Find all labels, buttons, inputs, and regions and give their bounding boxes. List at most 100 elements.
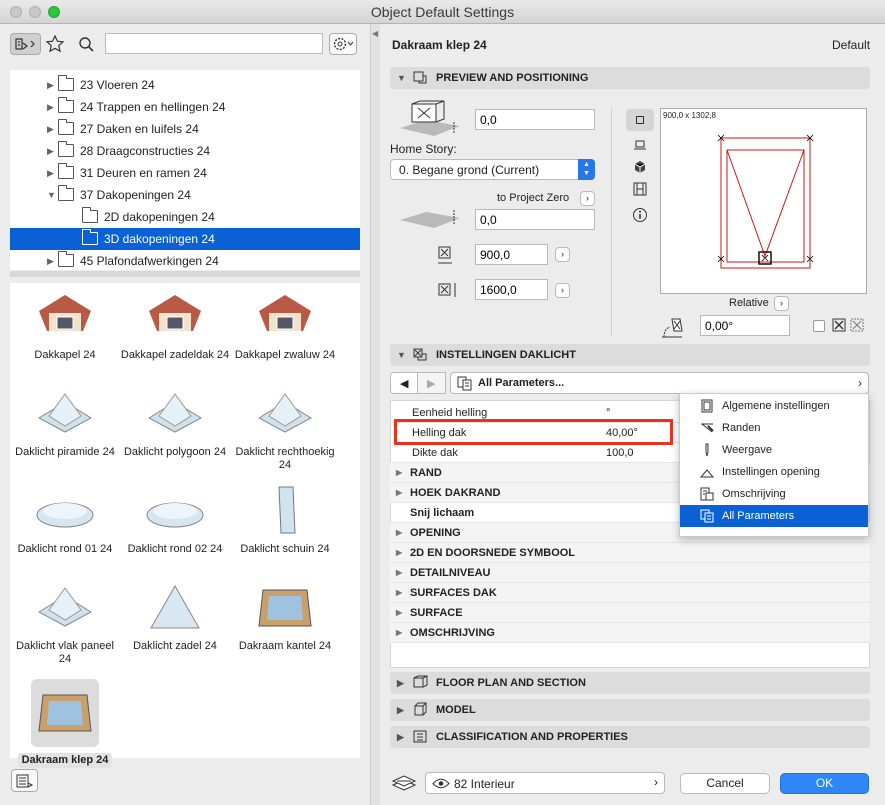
tree-item[interactable]: ▶ 27 Daken en luifels 24: [10, 118, 360, 140]
folder-icon: [58, 97, 74, 113]
disclosure-closed-icon[interactable]: ▶: [47, 102, 54, 113]
object-thumbnail[interactable]: Daklicht piramide 24: [10, 388, 120, 459]
library-manager-button[interactable]: [11, 769, 38, 792]
rotation-angle-input[interactable]: [700, 315, 790, 336]
object-thumbnail[interactable]: Dakkapel zadeldak 24: [120, 291, 230, 362]
general-settings-icon: [700, 399, 714, 413]
project-zero-input[interactable]: [475, 209, 595, 230]
tree-item[interactable]: ▶ 23 Vloeren 24: [10, 74, 360, 96]
object-thumbnail[interactable]: Dakraam klep 24: [10, 679, 120, 768]
home-story-select[interactable]: 0. Begane grond (Current) ▲ ▼: [390, 159, 595, 180]
folder-icon: [82, 207, 98, 223]
preview-section-header[interactable]: ▼ PREVIEW AND POSITIONING: [390, 67, 870, 89]
window-divider[interactable]: ◀: [370, 24, 380, 805]
width-input[interactable]: [475, 244, 548, 265]
mirror-on-icon[interactable]: [850, 318, 864, 332]
parameter-row[interactable]: ▶ SURFACE: [390, 603, 870, 623]
object-thumbnail[interactable]: Daklicht rond 02 24: [120, 485, 230, 556]
library-manager-icon: [16, 774, 34, 788]
menu-item[interactable]: Instellingen opening: [680, 461, 868, 483]
panel-splitter[interactable]: [10, 271, 360, 277]
tree-item-label: 3D dakopeningen 24: [104, 232, 215, 246]
ok-button[interactable]: OK: [780, 773, 869, 794]
parameter-value[interactable]: °: [606, 407, 610, 419]
title-bar: Object Default Settings: [0, 0, 885, 24]
object-thumbnail[interactable]: Daklicht rond 01 24: [10, 485, 120, 556]
model-section-header[interactable]: ▶ MODEL: [390, 699, 870, 721]
object-thumbnail[interactable]: Dakkapel zwaluw 24: [230, 291, 340, 362]
menu-item[interactable]: Omschrijving: [680, 483, 868, 505]
tree-item[interactable]: ▶ 24 Trappen en hellingen 24: [10, 96, 360, 118]
object-thumbnail[interactable]: Daklicht polygoon 24: [120, 388, 230, 459]
parameter-value[interactable]: 100,0: [606, 447, 634, 459]
tree-item[interactable]: ▶ 45 Plafondafwerkingen 24: [10, 250, 360, 270]
object-thumbnail[interactable]: Daklicht schuin 24: [230, 485, 340, 556]
menu-item[interactable]: Algemene instellingen: [680, 395, 868, 417]
object-thumbnail[interactable]: Daklicht vlak paneel 24: [10, 582, 120, 666]
library-settings-button[interactable]: [329, 33, 357, 55]
collapse-arrow-icon: ▼: [397, 73, 406, 83]
disclosure-closed-icon[interactable]: ▶: [47, 168, 54, 179]
height-link-toggle[interactable]: ›: [555, 283, 570, 298]
collapse-arrow-icon: ▼: [397, 350, 406, 360]
parameter-row[interactable]: ▶ SURFACES DAK: [390, 583, 870, 603]
parameter-row[interactable]: ▶ DETAILNIVEAU: [390, 563, 870, 583]
back-button[interactable]: ◀: [390, 372, 418, 394]
expand-arrow-icon: ▶: [397, 678, 404, 688]
object-thumbnail[interactable]: Daklicht zadel 24: [120, 582, 230, 653]
parameter-row[interactable]: ▶ OMSCHRIJVING: [390, 623, 870, 643]
layer-icon: [391, 775, 417, 791]
favorites-button[interactable]: [44, 33, 66, 55]
cancel-button[interactable]: Cancel: [680, 773, 770, 794]
menu-item[interactable]: Weergave: [680, 439, 868, 461]
disclosure-open-icon[interactable]: ▼: [47, 190, 56, 200]
relative-toggle[interactable]: ›: [774, 296, 789, 311]
object-thumbnail[interactable]: Dakkapel 24: [10, 291, 120, 362]
preview-canvas[interactable]: 900,0 x 1302,8: [660, 108, 867, 294]
object-thumbnail[interactable]: Daklicht rechthoekig 24: [230, 388, 340, 472]
tree-item[interactable]: 3D dakopeningen 24: [10, 228, 360, 250]
project-zero-toggle[interactable]: ›: [580, 191, 595, 206]
3d-view-icon[interactable]: [633, 160, 647, 174]
object-grid: Dakkapel 24 Dakkapel zadeldak 24 Dakkapel …: [10, 283, 360, 768]
expand-arrow-icon: ▶: [396, 488, 403, 497]
object-label: Daklicht piramide 24: [15, 446, 115, 458]
disclosure-closed-icon[interactable]: ▶: [47, 80, 54, 91]
tree-item[interactable]: 2D dakopeningen 24: [10, 206, 360, 228]
disclosure-closed-icon[interactable]: ▶: [47, 146, 54, 157]
elevation-view-icon[interactable]: [632, 181, 648, 197]
tree-item-label: 2D dakopeningen 24: [104, 210, 215, 224]
tree-item[interactable]: ▶ 31 Deuren en ramen 24: [10, 162, 360, 184]
menu-item[interactable]: All Parameters: [680, 505, 868, 527]
forward-button[interactable]: ▶: [418, 372, 446, 394]
disclosure-closed-icon[interactable]: ▶: [47, 256, 54, 267]
classification-icon: [413, 730, 427, 743]
library-browser-button[interactable]: [10, 33, 41, 55]
width-link-toggle[interactable]: ›: [555, 247, 570, 262]
display-icon: [700, 443, 714, 457]
parameter-row[interactable]: ▶ 2D EN DOORSNEDE SYMBOOL: [390, 543, 870, 563]
elevation-input[interactable]: [475, 109, 595, 130]
menu-item[interactable]: Randen: [680, 417, 868, 439]
mirror-checkbox[interactable]: [813, 320, 825, 332]
tree-item[interactable]: ▼ 37 Dakopeningen 24: [10, 184, 360, 206]
layer-select[interactable]: 82 Interieur ›: [425, 772, 665, 794]
section-view-icon[interactable]: [633, 138, 647, 152]
object-label: Dakraam kantel 24: [238, 640, 332, 652]
settings-section-header[interactable]: ▼ INSTELLINGEN DAKLICHT: [390, 344, 870, 366]
search-button[interactable]: [75, 33, 97, 55]
page-select[interactable]: All Parameters... ›: [450, 372, 869, 394]
search-input[interactable]: [105, 33, 323, 54]
chevron-right-icon: ›: [654, 775, 658, 789]
tree-item[interactable]: ▶ 28 Draagconstructies 24: [10, 140, 360, 162]
height-input[interactable]: [475, 279, 548, 300]
relative-label: Relative: [729, 297, 769, 309]
floor-plan-section-header[interactable]: ▶ FLOOR PLAN AND SECTION: [390, 672, 870, 694]
plan-view-button[interactable]: [626, 109, 654, 131]
floor-plan-icon: [413, 675, 428, 688]
mirror-off-icon[interactable]: [832, 318, 846, 332]
object-thumbnail[interactable]: Dakraam kantel 24: [230, 582, 340, 653]
disclosure-closed-icon[interactable]: ▶: [47, 124, 54, 135]
info-icon[interactable]: [632, 207, 648, 223]
classification-section-header[interactable]: ▶ CLASSIFICATION AND PROPERTIES: [390, 726, 870, 748]
